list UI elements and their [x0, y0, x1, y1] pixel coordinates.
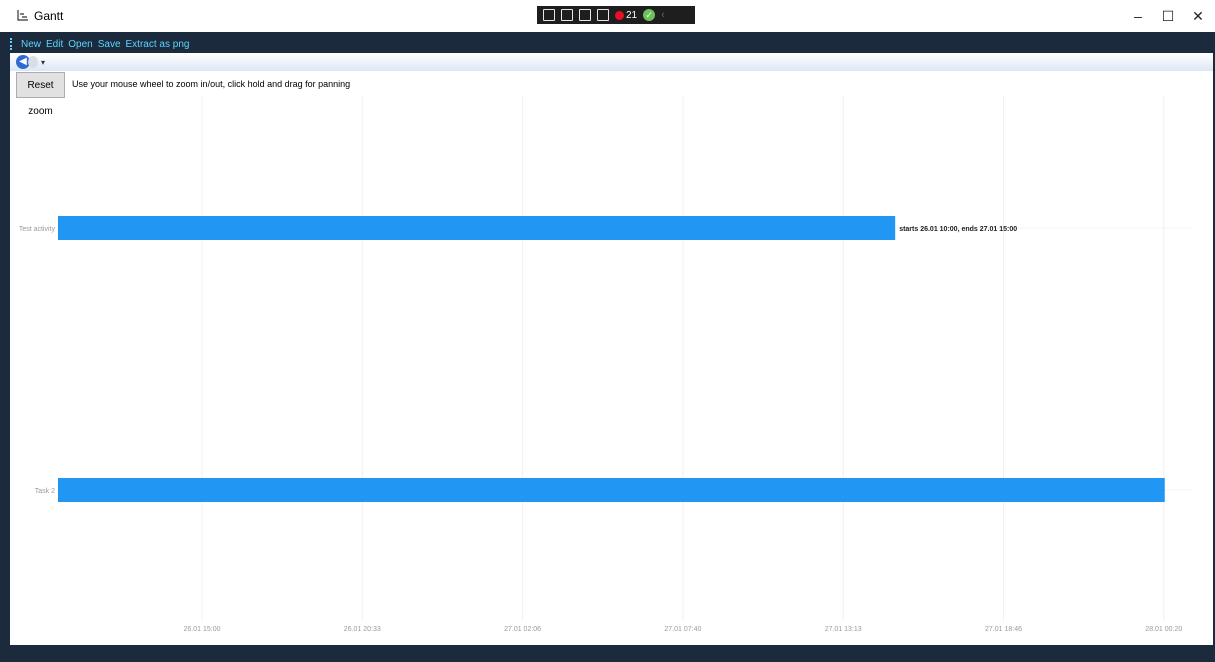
close-button[interactable]: ✕	[1178, 6, 1215, 26]
usage-hint: Use your mouse wheel to zoom in/out, cli…	[72, 79, 351, 89]
x-tick-label: 27.01 18:46	[985, 626, 1022, 633]
task-duration-label: starts 26.01 10:00, ends 27.01 15:00	[899, 226, 1017, 233]
task-bar	[58, 478, 1165, 502]
track-focus-icon[interactable]	[597, 9, 609, 21]
gantt-icon	[17, 10, 28, 21]
bottom-border	[0, 645, 1215, 662]
debug-toolbar: 21 ✓ ‹	[537, 6, 695, 24]
window-title: Gantt	[34, 9, 64, 23]
collapse-icon[interactable]: ‹	[661, 9, 665, 21]
x-tick-label: 26.01 20:33	[344, 626, 381, 633]
category-label: Task 2	[35, 488, 55, 495]
reset-zoom-button[interactable]: Reset zoom	[16, 72, 65, 117]
menu-bar: New Edit Open Save Extract as png	[10, 36, 189, 52]
menu-open[interactable]: Open	[68, 36, 92, 52]
content-area: Reset zoom Use your mouse wheel to zoom …	[10, 71, 1213, 645]
live-visual-tree-icon[interactable]	[543, 9, 555, 21]
select-element-icon[interactable]	[561, 9, 573, 21]
error-icon	[615, 10, 624, 20]
gantt-chart[interactable]: 26.01 15:00 26.01 20:33 27.01 02:06 27.01 0…	[10, 96, 1213, 641]
menu-save[interactable]: Save	[98, 36, 121, 52]
display-layout-adorners-icon[interactable]	[579, 9, 591, 21]
error-count: 21	[626, 9, 638, 21]
category-label: Test activity	[19, 226, 56, 233]
check-icon[interactable]: ✓	[643, 9, 656, 21]
x-tick-label: 27.01 07:40	[664, 626, 701, 633]
toolbar-grip[interactable]	[10, 38, 14, 50]
x-tick-label: 27.01 02:06	[504, 626, 541, 633]
binding-errors-indicator[interactable]: 21	[615, 10, 637, 21]
menu-extract-png[interactable]: Extract as png	[126, 36, 190, 52]
x-tick-label: 26.01 15:00	[184, 626, 221, 633]
navigation-bar: ◀ ▾	[10, 53, 1213, 71]
forward-icon[interactable]	[28, 56, 38, 68]
chevron-down-icon[interactable]: ▾	[41, 58, 45, 67]
menu-new[interactable]: New	[21, 36, 41, 52]
title-bar: Gantt 21 ✓ ‹ – ☐ ✕	[0, 0, 1215, 32]
task-bar	[58, 216, 896, 240]
x-tick-label: 27.01 13:13	[825, 626, 862, 633]
x-tick-label: 28.01 00:20	[1145, 626, 1182, 633]
menu-edit[interactable]: Edit	[46, 36, 63, 52]
